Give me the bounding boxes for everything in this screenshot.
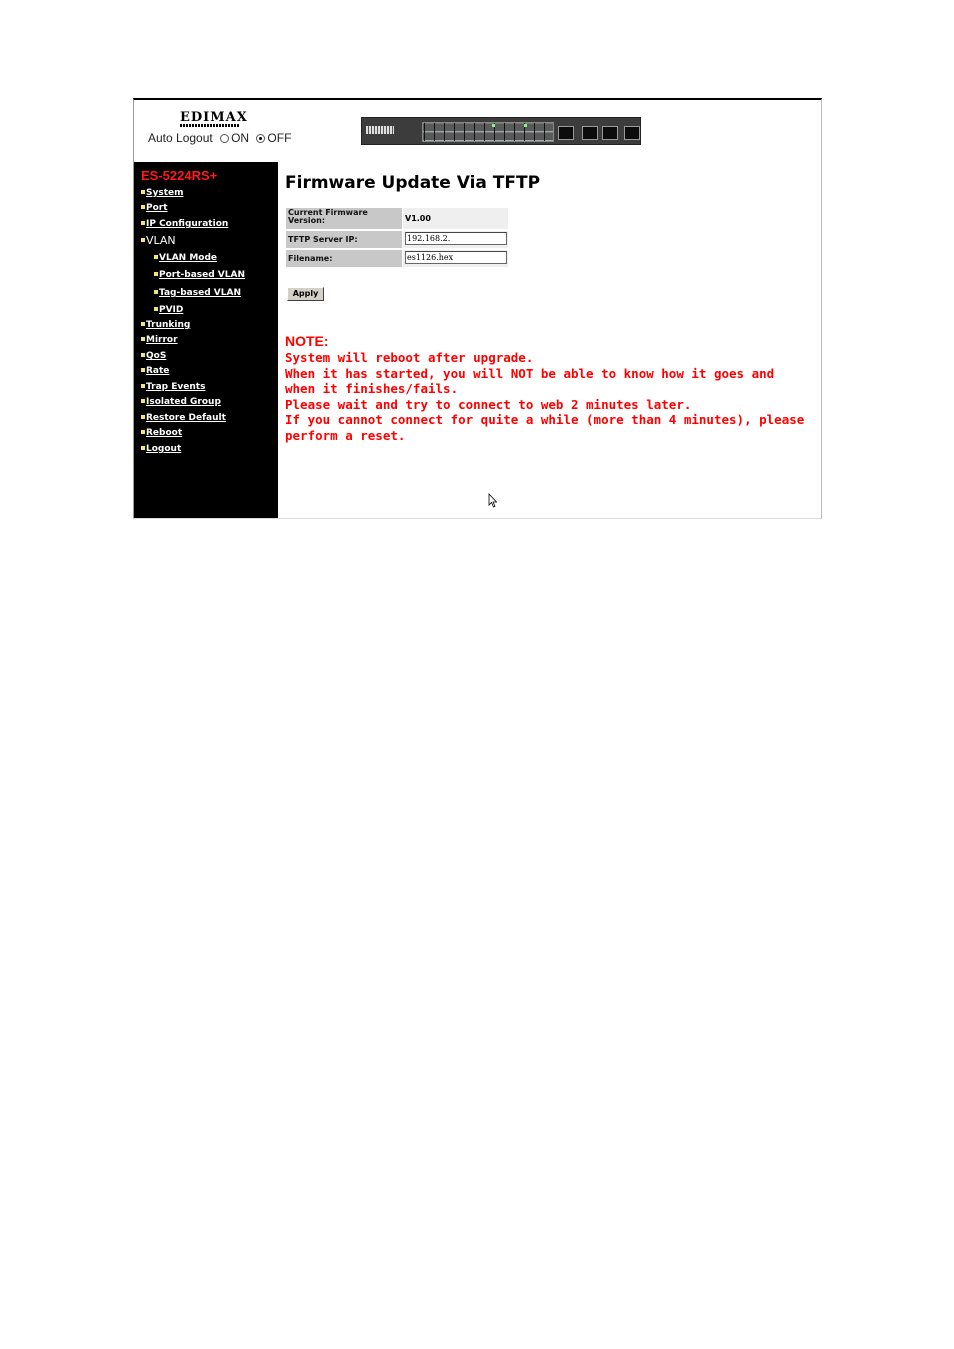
bullet-icon (154, 271, 158, 276)
bullet-icon (141, 367, 145, 372)
bullet-icon (141, 238, 145, 242)
auto-logout-label: Auto Logout (148, 131, 213, 145)
bullet-icon (141, 414, 145, 419)
switch-ports (422, 122, 554, 142)
nav-trunking[interactable]: Trunking (141, 320, 190, 330)
nav-pvid[interactable]: PVID (154, 305, 183, 315)
firmware-version-value: V1.00 (405, 214, 431, 223)
port-led (492, 124, 495, 127)
bullet-icon (141, 204, 145, 209)
nav-port[interactable]: Port (141, 203, 168, 213)
bullet-icon (141, 189, 145, 194)
sfp-slot (624, 126, 640, 140)
firmware-version-label: Current Firmware Version: (286, 208, 402, 229)
page-title: Firmware Update Via TFTP (285, 173, 541, 193)
firmware-version-cell: V1.00 (403, 208, 508, 229)
model-name: ES-5224RS+ (141, 168, 218, 183)
bullet-icon (154, 289, 158, 294)
nav-rate[interactable]: Rate (141, 366, 169, 376)
apply-button[interactable]: Apply (287, 287, 324, 301)
bullet-icon (141, 383, 145, 388)
bullet-icon (141, 352, 145, 357)
edimax-logo: EDIMAX (180, 110, 247, 130)
note-line: Please wait and try to connect to web 2 … (285, 397, 692, 412)
nav-vlan[interactable]: VLAN (141, 234, 176, 247)
nav-tag-based-vlan[interactable]: Tag-based VLAN (154, 288, 241, 298)
note-line: when it finishes/fails. (285, 381, 459, 396)
note-heading: NOTE: (285, 333, 329, 349)
logo-tagline (180, 124, 240, 127)
sfp-slot (602, 126, 618, 140)
bullet-icon (141, 398, 145, 403)
mouse-cursor-icon (488, 493, 498, 508)
nav-logout[interactable]: Logout (141, 444, 181, 454)
nav-mirror[interactable]: Mirror (141, 335, 178, 345)
note-line: perform a reset. (285, 428, 406, 443)
nav-system[interactable]: System (141, 188, 184, 198)
note-line: If you cannot connect for quite a while … (285, 412, 805, 427)
sfp-slot (558, 126, 574, 140)
tftp-server-input[interactable]: 192.168.2. (405, 232, 507, 245)
logo-text: EDIMAX (180, 110, 248, 125)
bullet-icon (141, 220, 145, 225)
nav-reboot[interactable]: Reboot (141, 428, 182, 438)
note-line: System will reboot after upgrade. (285, 350, 534, 365)
filename-input[interactable]: es1126.hex (405, 251, 507, 264)
auto-logout-on-radio[interactable] (220, 134, 230, 144)
nav-isolated-group[interactable]: Isolated Group (141, 397, 221, 407)
auto-logout-off-radio[interactable] (256, 134, 266, 144)
auto-logout-on-label: ON (231, 131, 250, 145)
auto-logout-control: Auto Logout ON OFF (148, 131, 291, 145)
sfp-slot (582, 126, 598, 140)
auto-logout-off-label: OFF (267, 131, 292, 145)
tftp-server-label: TFTP Server IP: (286, 231, 402, 248)
switch-front-panel-image (361, 117, 641, 145)
nav-port-based-vlan[interactable]: Port-based VLAN (154, 270, 245, 280)
bullet-icon (141, 336, 145, 341)
bullet-icon (141, 429, 145, 434)
nav-trap-events[interactable]: Trap Events (141, 382, 205, 392)
note-line: When it has started, you will NOT be abl… (285, 366, 775, 381)
bullet-icon (154, 306, 158, 311)
bullet-icon (141, 445, 145, 450)
filename-label: Filename: (286, 250, 402, 267)
nav-restore-default[interactable]: Restore Default (141, 413, 226, 423)
bullet-icon (141, 321, 145, 326)
switch-brand-label (366, 126, 394, 134)
nav-vlan-mode[interactable]: VLAN Mode (154, 253, 217, 263)
bullet-icon (154, 254, 158, 259)
nav-ip-configuration[interactable]: IP Configuration (141, 219, 228, 229)
port-led (524, 124, 527, 127)
nav-qos[interactable]: QoS (141, 351, 166, 361)
